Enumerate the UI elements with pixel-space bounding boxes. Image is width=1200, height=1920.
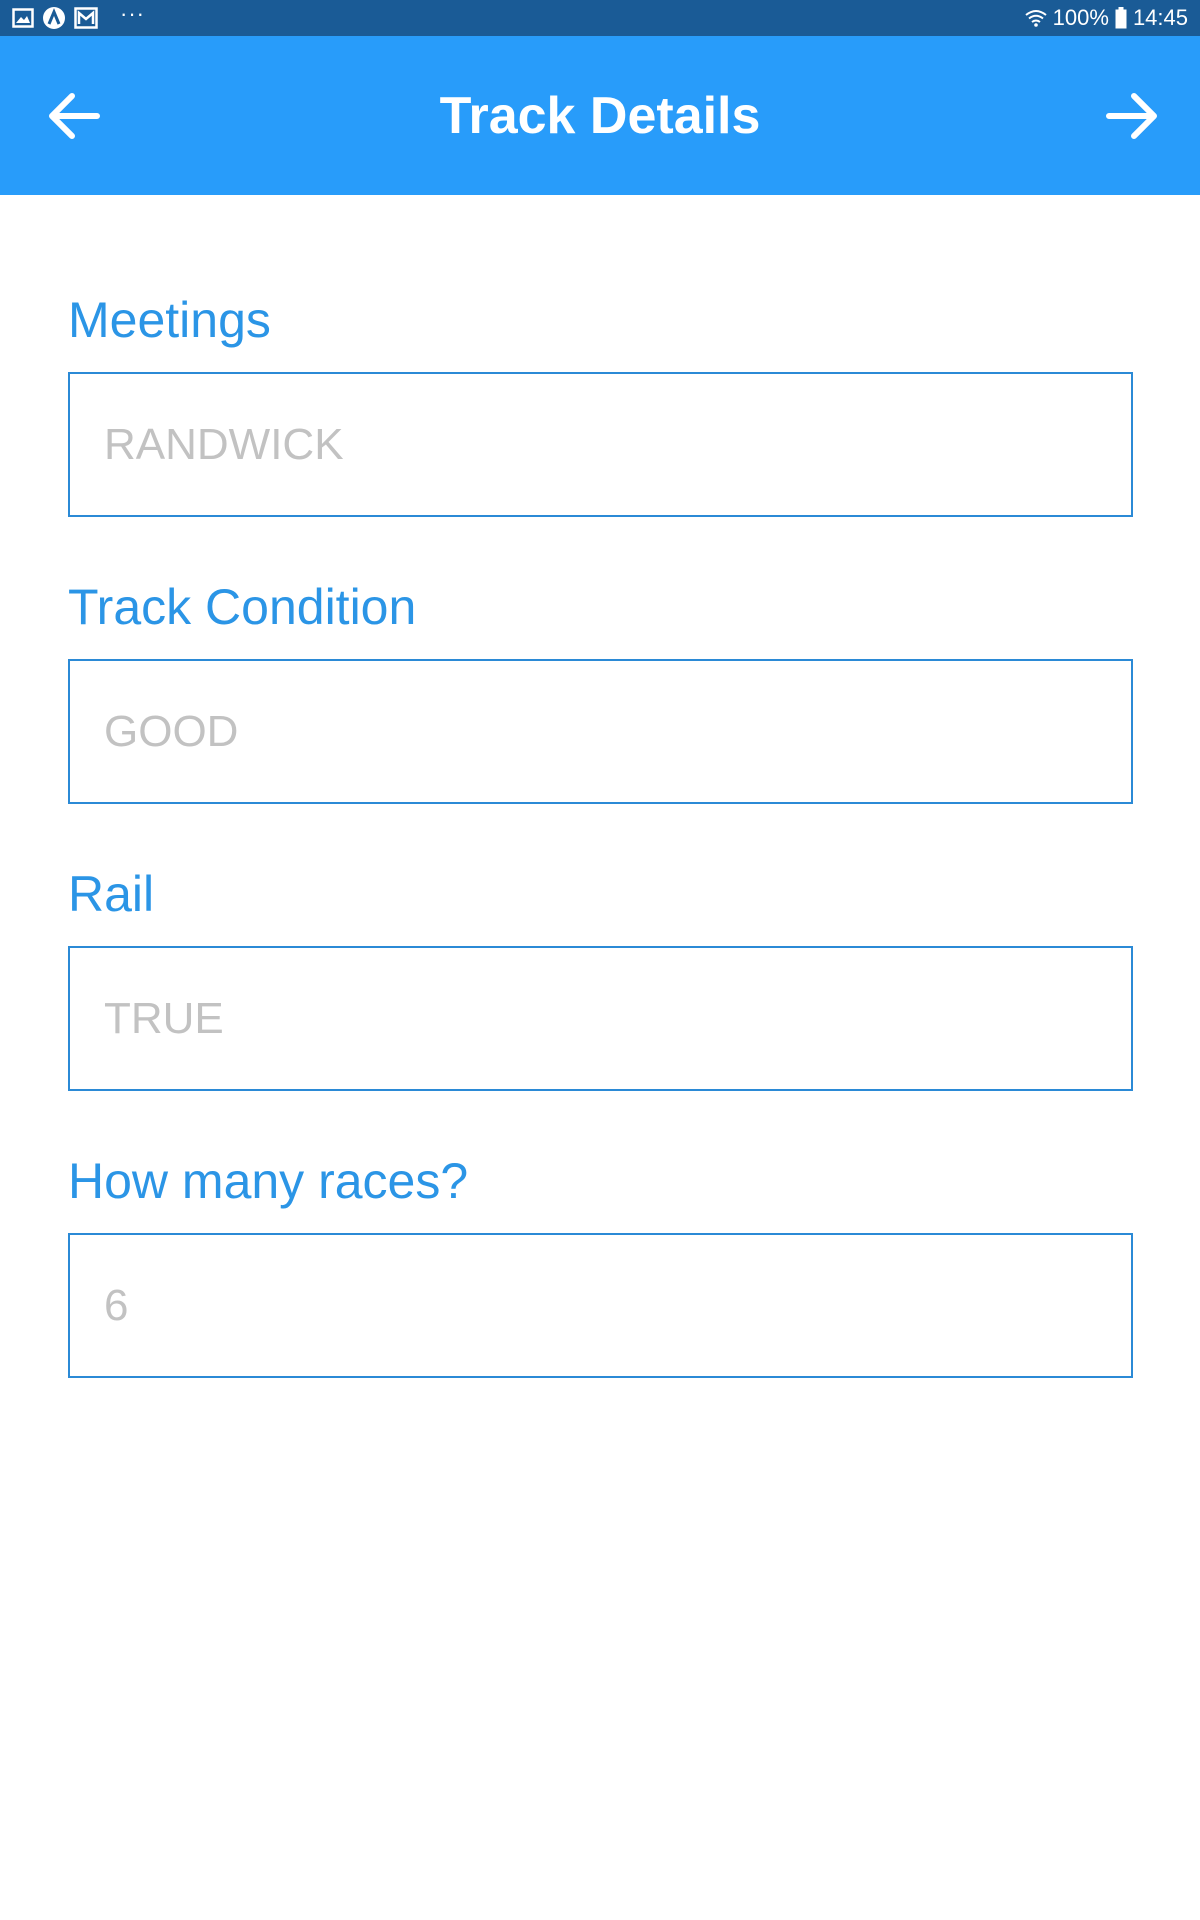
rail-input[interactable] <box>68 946 1133 1091</box>
battery-icon <box>1115 7 1127 29</box>
races-count-label: How many races? <box>68 1153 469 1209</box>
track-condition-input[interactable] <box>68 659 1133 804</box>
races-count-input[interactable] <box>68 1233 1133 1378</box>
app-bar: Track Details <box>0 36 1200 195</box>
track-details-form: Meetings Track Condition Rail How many r… <box>68 290 1133 1438</box>
track-condition-field-group: Track Condition <box>68 577 1133 804</box>
notification-icons: ··· <box>12 1 145 30</box>
app-a-icon <box>42 6 66 30</box>
rail-field-group: Rail <box>68 864 1133 1091</box>
meetings-field-group: Meetings <box>68 290 1133 517</box>
arrow-left-icon <box>49 92 100 139</box>
mail-icon <box>74 7 98 29</box>
races-count-field-group: How many races? <box>68 1151 1133 1378</box>
more-notifications-icon: ··· <box>120 1 145 26</box>
forward-button[interactable] <box>1104 88 1160 144</box>
meetings-label: Meetings <box>68 292 271 348</box>
meetings-input[interactable] <box>68 372 1133 517</box>
battery-percentage: 100% <box>1052 5 1109 30</box>
wifi-icon <box>1025 9 1047 27</box>
status-bar: ··· 100% 14:45 <box>0 0 1200 36</box>
rail-label: Rail <box>68 866 155 922</box>
track-condition-label: Track Condition <box>68 579 417 635</box>
back-button[interactable] <box>46 88 102 144</box>
system-status: 100% 14:45 <box>1025 5 1188 31</box>
page-title: Track Details <box>439 86 761 145</box>
gallery-icon <box>12 8 34 28</box>
clock: 14:45 <box>1132 5 1188 30</box>
arrow-right-icon <box>1106 92 1157 139</box>
